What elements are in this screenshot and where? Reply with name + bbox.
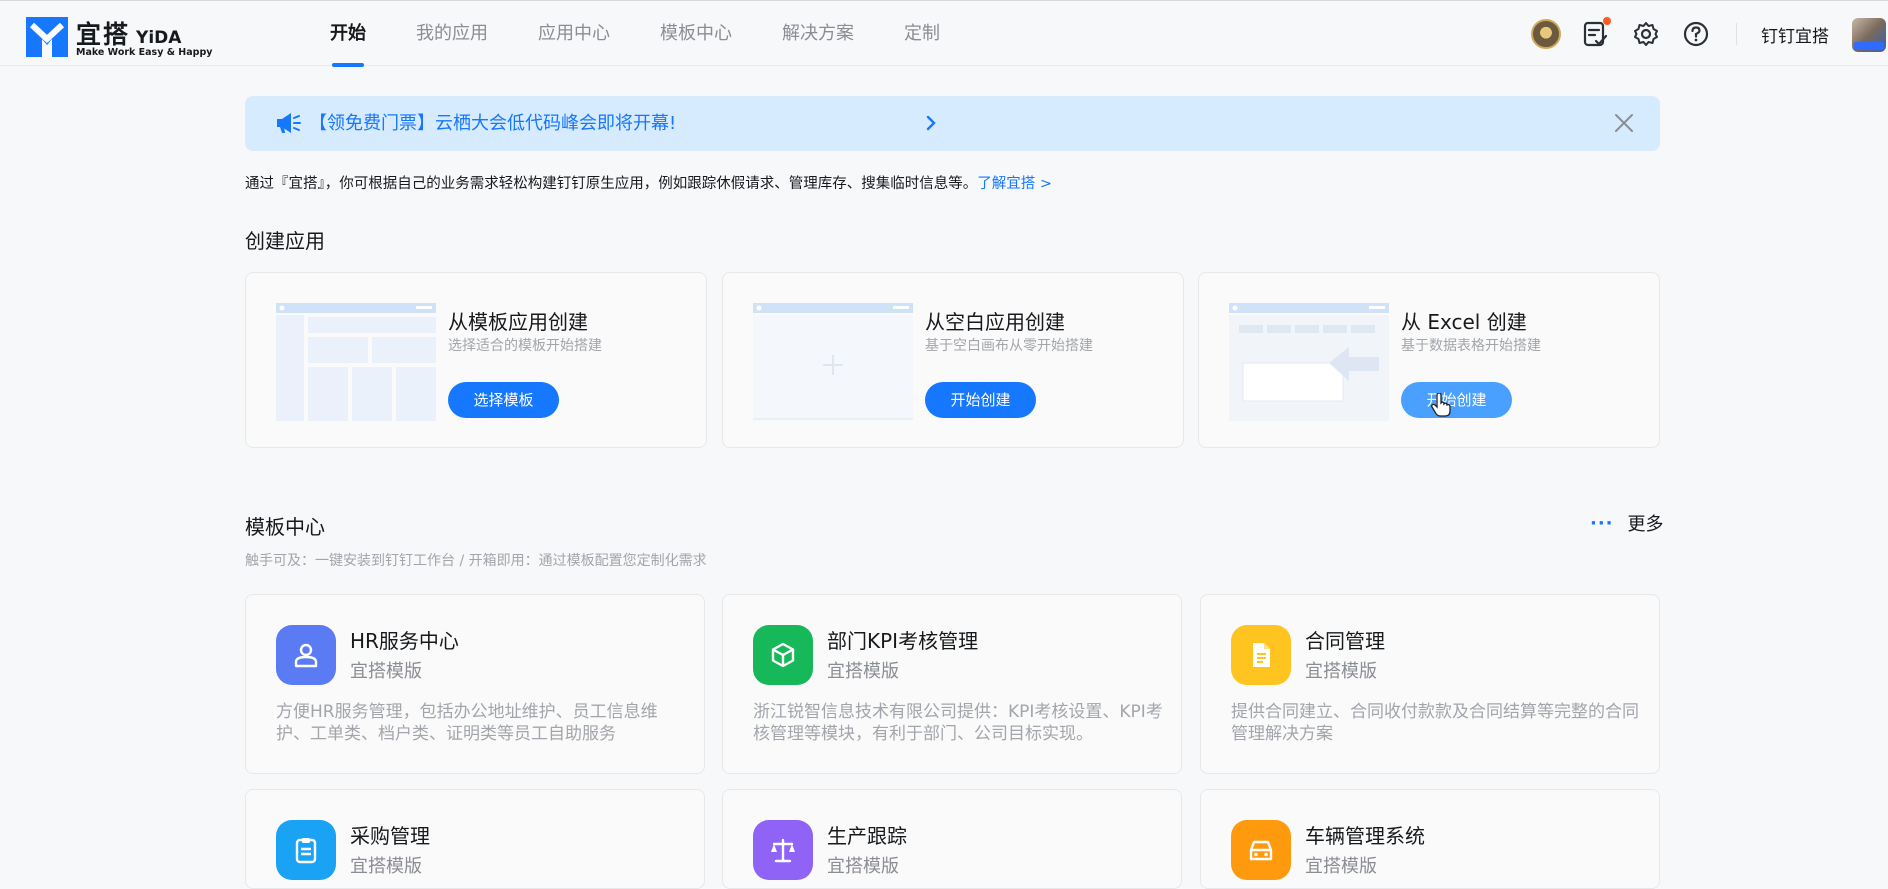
yida-logo[interactable]: 宜搭 YiDA Make Work Easy & Happy: [26, 15, 212, 58]
template-name: 生产跟踪: [827, 824, 907, 848]
start-create-blank-button[interactable]: 开始创建: [925, 382, 1036, 418]
main-nav: 开始 我的应用 应用中心 模板中心 解决方案 定制: [330, 1, 990, 67]
template-name: 部门KPI考核管理: [827, 629, 979, 653]
hand-cursor-icon: [1431, 393, 1451, 417]
clipboard-icon: [295, 838, 317, 864]
todo-checklist-icon[interactable]: [1580, 17, 1612, 50]
yida-logo-mark-icon: [26, 16, 68, 57]
template-icon-bg: [1231, 625, 1291, 685]
chevron-right-icon[interactable]: [925, 115, 937, 131]
create-app-heading: 创建应用: [245, 229, 325, 253]
logo-slogan: Make Work Easy & Happy: [76, 47, 213, 58]
template-card-procurement[interactable]: 采购管理 宜搭模版: [245, 789, 705, 889]
nav-solutions[interactable]: 解决方案: [782, 1, 854, 67]
more-label: 更多: [1627, 514, 1664, 535]
header-actions: 钉钉宜搭: [1530, 17, 1829, 50]
notification-dot: [1603, 17, 1611, 25]
template-name: 合同管理: [1305, 629, 1385, 653]
cube-icon: [771, 642, 795, 668]
template-card-vehicle-management[interactable]: 车辆管理系统 宜搭模版: [1200, 789, 1660, 889]
card-subtitle: 基于空白画布从零开始搭建: [925, 338, 1093, 354]
card-subtitle: 基于数据表格开始搭建: [1401, 338, 1541, 354]
template-preview-illustration: [276, 303, 436, 421]
settings-gear-icon[interactable]: [1630, 18, 1662, 50]
help-icon[interactable]: [1680, 18, 1712, 50]
template-card-production-tracking[interactable]: 生产跟踪 宜搭模版: [722, 789, 1182, 889]
document-icon: [1253, 643, 1270, 667]
nav-custom[interactable]: 定制: [904, 1, 940, 67]
card-subtitle: 选择适合的模板开始搭建: [448, 338, 602, 354]
template-icon-bg: [1231, 820, 1291, 880]
megaphone-icon: [277, 113, 301, 133]
template-icon-bg: [753, 625, 813, 685]
user-name[interactable]: 钉钉宜搭: [1761, 22, 1829, 47]
intro-description: 通过『宜搭』，你可根据自己的业务需求轻松构建钉钉原生应用，例如跟踪休假请求、管理…: [245, 176, 978, 192]
template-center-heading: 模板中心: [245, 515, 325, 539]
learn-yida-link[interactable]: 了解宜搭 >: [977, 176, 1052, 192]
user-avatar[interactable]: [1852, 18, 1886, 52]
template-description: 方便HR服务管理，包括办公地址维护、员工信息维护、工单类、档户类、证明类等员工自…: [276, 702, 658, 744]
create-from-excel-card[interactable]: 从 Excel 创建 基于数据表格开始搭建 开始创建: [1198, 272, 1660, 448]
template-icon-bg: [276, 820, 336, 880]
logo-english-text: YiDA: [136, 28, 182, 48]
template-name: 车辆管理系统: [1305, 824, 1425, 848]
card-title: 从 Excel 创建: [1401, 310, 1527, 334]
top-navigation-bar: 宜搭 YiDA Make Work Easy & Happy 开始 我的应用 应用…: [0, 0, 1888, 67]
template-tag: 宜搭模版: [827, 856, 899, 877]
more-dots-icon: ···: [1590, 512, 1614, 534]
template-card-contract[interactable]: 合同管理 宜搭模版 提供合同建立、合同收付款款及合同结算等完整的合同管理解决方案: [1200, 594, 1660, 774]
blank-canvas-illustration: [753, 303, 913, 421]
template-tag: 宜搭模版: [1305, 661, 1377, 682]
car-icon: [1249, 840, 1273, 861]
intro-text: 通过『宜搭』，你可根据自己的业务需求轻松构建钉钉原生应用，例如跟踪休假请求、管理…: [245, 172, 1052, 193]
nav-my-apps[interactable]: 我的应用: [416, 1, 488, 67]
start-create-excel-button[interactable]: 开始创建: [1401, 382, 1512, 418]
scale-icon: [771, 838, 795, 863]
medal-avatar-icon[interactable]: [1530, 18, 1562, 50]
template-tag: 宜搭模版: [827, 661, 899, 682]
nav-template-center[interactable]: 模板中心: [660, 1, 732, 67]
select-template-button[interactable]: 选择模板: [448, 382, 559, 418]
template-tag: 宜搭模版: [1305, 856, 1377, 877]
template-name: HR服务中心: [350, 629, 459, 653]
excel-import-illustration: [1229, 303, 1389, 421]
template-tag: 宜搭模版: [350, 661, 422, 682]
card-title: 从空白应用创建: [925, 310, 1065, 334]
more-templates-link[interactable]: ··· 更多: [1590, 510, 1664, 536]
banner-link-text[interactable]: 【领免费门票】云栖大会低代码峰会即将开幕!: [309, 96, 676, 151]
header-divider: [1736, 23, 1737, 45]
create-from-template-card[interactable]: 从模板应用创建 选择适合的模板开始搭建 选择模板: [245, 272, 707, 448]
template-card-kpi[interactable]: 部门KPI考核管理 宜搭模版 浙江锐智信息技术有限公司提供：KPI考核设置、KP…: [722, 594, 1182, 774]
template-description: 提供合同建立、合同收付款款及合同结算等完整的合同管理解决方案: [1231, 702, 1639, 744]
template-name: 采购管理: [350, 824, 430, 848]
nav-start[interactable]: 开始: [330, 1, 366, 67]
nav-app-center[interactable]: 应用中心: [538, 1, 610, 67]
template-icon-bg: [276, 625, 336, 685]
template-icon-bg: [753, 820, 813, 880]
announcement-banner: 【领免费门票】云栖大会低代码峰会即将开幕!: [245, 96, 1660, 151]
close-icon[interactable]: [1614, 113, 1634, 133]
template-description: 浙江锐智信息技术有限公司提供：KPI考核设置、KPI考核管理等模块，有利于部门、…: [753, 702, 1163, 744]
template-center-subtitle: 触手可及：一键安装到钉钉工作台 / 开箱即用：通过模板配置您定制化需求: [245, 553, 707, 569]
template-card-hr-service[interactable]: HR服务中心 宜搭模版 方便HR服务管理，包括办公地址维护、员工信息维护、工单类…: [245, 594, 705, 774]
logo-chinese-text: 宜搭: [76, 20, 131, 49]
template-tag: 宜搭模版: [350, 856, 422, 877]
user-badge-icon: [294, 643, 318, 668]
card-title: 从模板应用创建: [448, 310, 588, 334]
create-blank-app-card[interactable]: 从空白应用创建 基于空白画布从零开始搭建 开始创建: [722, 272, 1184, 448]
